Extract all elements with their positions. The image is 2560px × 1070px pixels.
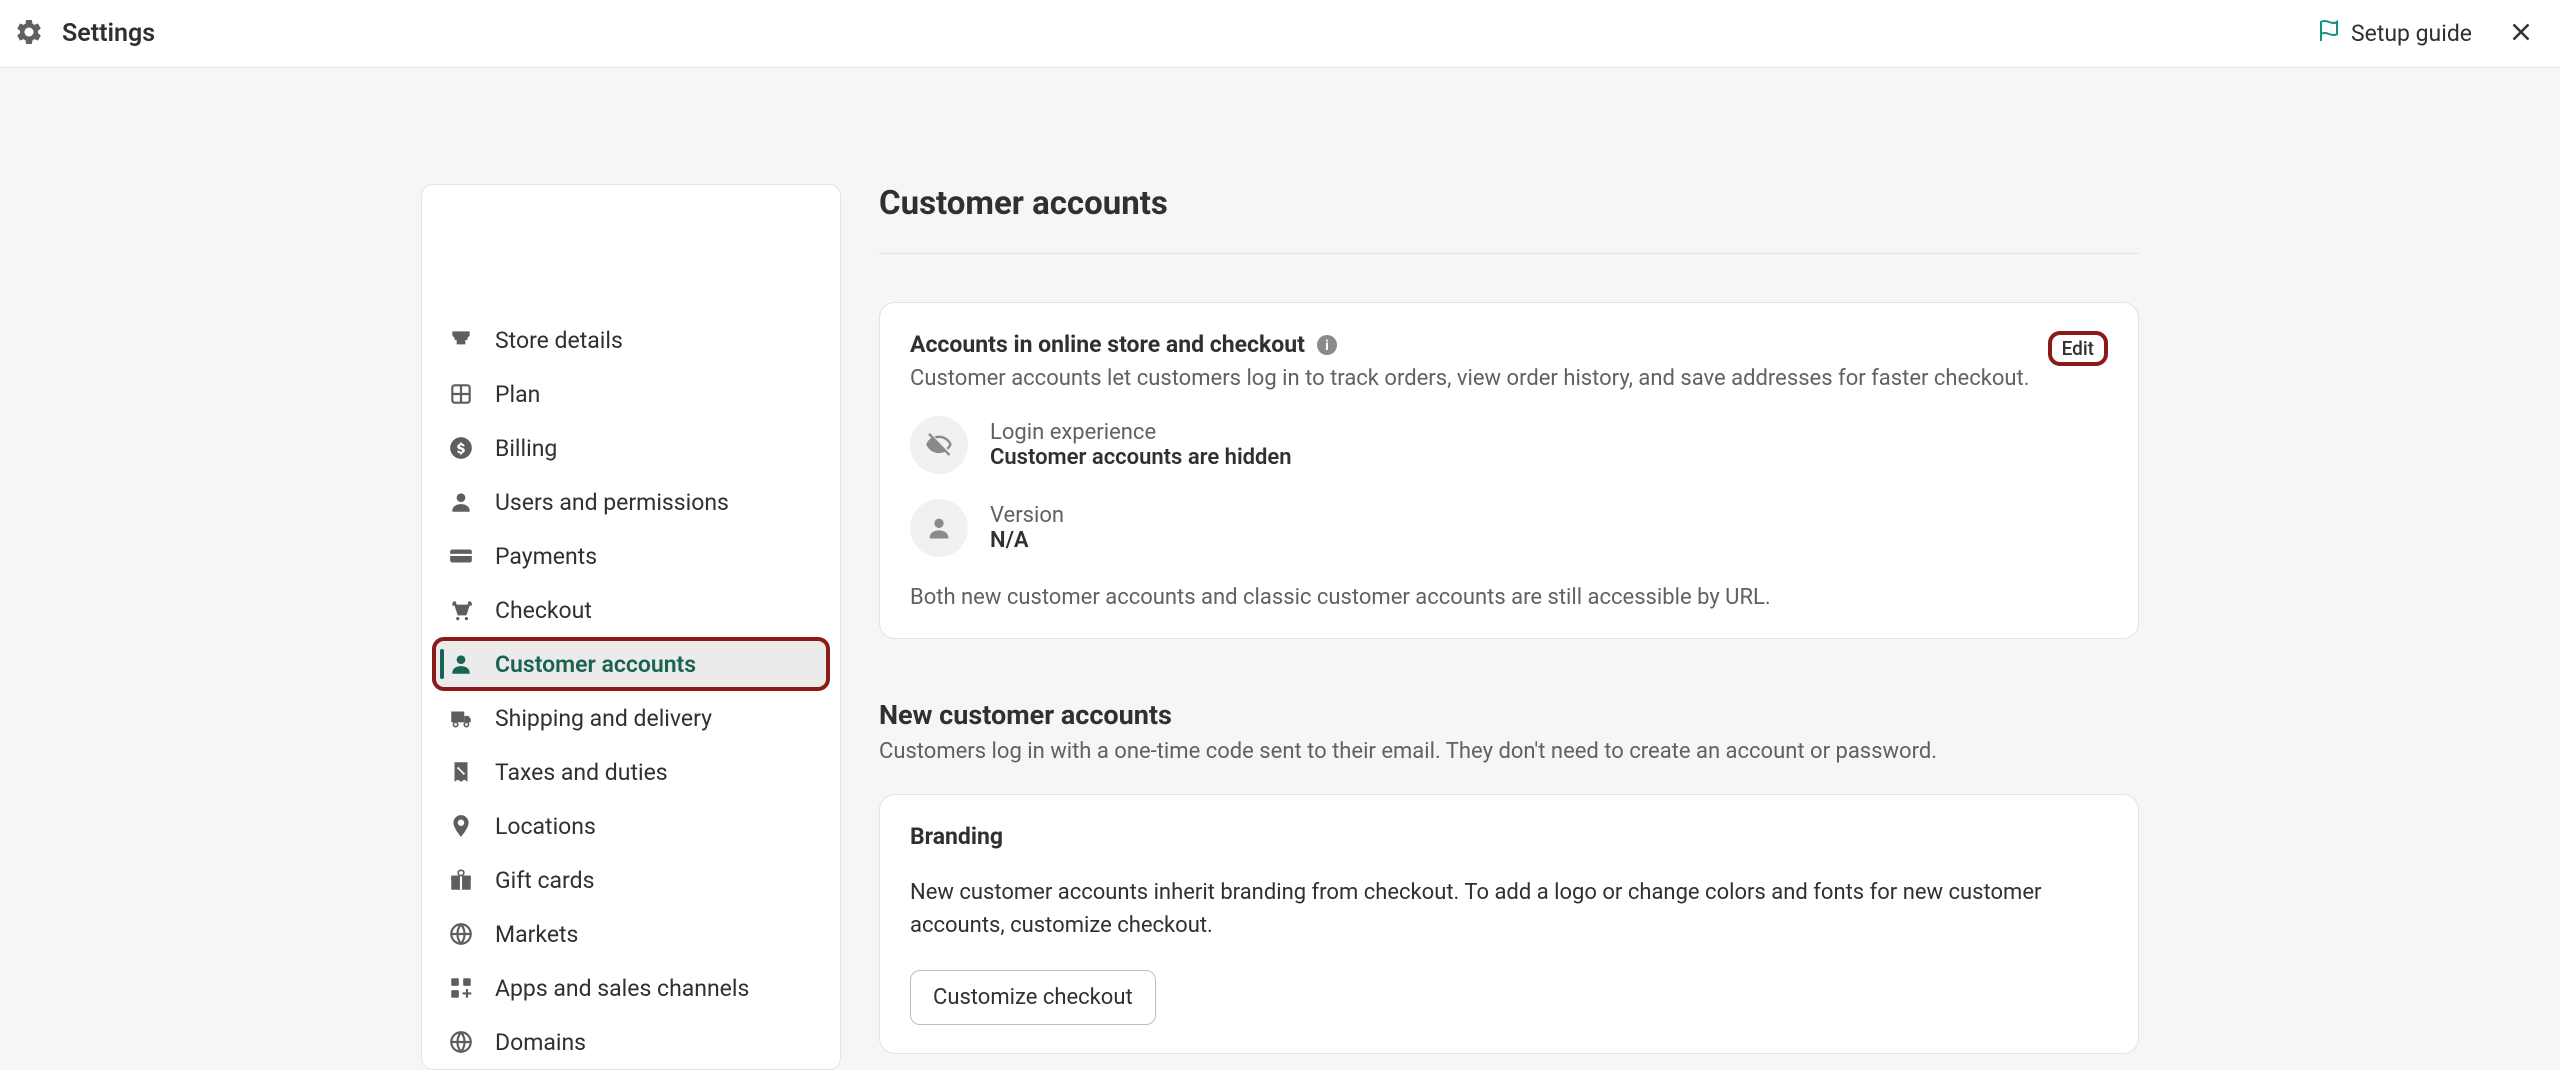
sidebar-item-label: Taxes and duties — [495, 759, 668, 786]
domains-icon — [447, 1028, 475, 1056]
sidebar-item-shipping[interactable]: Shipping and delivery — [432, 691, 830, 745]
customer-icon — [447, 650, 475, 678]
version-value: N/A — [990, 528, 1064, 553]
locations-icon — [447, 812, 475, 840]
login-label: Login experience — [990, 420, 1292, 445]
markets-icon — [447, 920, 475, 948]
sidebar-items: Store details Plan Billing Users and per… — [422, 313, 840, 1069]
accounts-card-title: Accounts in online store and checkout — [910, 331, 1305, 358]
branding-card: Branding New customer accounts inherit b… — [879, 794, 2139, 1054]
sidebar-item-customer-accounts[interactable]: Customer accounts — [432, 637, 830, 691]
sidebar-item-apps[interactable]: Apps and sales channels — [432, 961, 830, 1015]
setup-guide-label: Setup guide — [2351, 20, 2472, 47]
plan-icon — [447, 380, 475, 408]
sidebar-item-locations[interactable]: Locations — [432, 799, 830, 853]
accounts-card-title-row: Accounts in online store and checkout i — [910, 331, 2030, 358]
settings-header: Settings Setup guide — [0, 0, 2560, 68]
sidebar-item-label: Shipping and delivery — [495, 705, 712, 732]
header-title: Settings — [62, 19, 155, 48]
new-accounts-subtitle: Customers log in with a one-time code se… — [879, 739, 2139, 764]
sidebar-item-label: Apps and sales channels — [495, 975, 749, 1002]
setup-guide-link[interactable]: Setup guide — [2317, 19, 2472, 49]
sidebar-item-label: Payments — [495, 543, 597, 570]
sidebar-item-label: Markets — [495, 921, 578, 948]
gear-icon — [14, 17, 44, 51]
accounts-card-title-group: Accounts in online store and checkout i … — [910, 331, 2030, 391]
edit-button[interactable]: Edit — [2048, 331, 2108, 366]
sidebar-item-checkout[interactable]: Checkout — [432, 583, 830, 637]
sidebar-item-payments[interactable]: Payments — [432, 529, 830, 583]
version-icon — [910, 499, 968, 557]
taxes-icon — [447, 758, 475, 786]
giftcards-icon — [447, 866, 475, 894]
sidebar-item-giftcards[interactable]: Gift cards — [432, 853, 830, 907]
sidebar-item-label: Checkout — [495, 597, 592, 624]
login-value: Customer accounts are hidden — [990, 445, 1292, 470]
shipping-icon — [447, 704, 475, 732]
payments-icon — [447, 542, 475, 570]
sidebar-item-taxes[interactable]: Taxes and duties — [432, 745, 830, 799]
version-label: Version — [990, 503, 1064, 528]
sidebar-item-label: Store details — [495, 327, 623, 354]
sidebar-item-plan[interactable]: Plan — [432, 367, 830, 421]
header-left: Settings — [14, 17, 155, 51]
close-button[interactable] — [2500, 11, 2542, 57]
sidebar-item-label: Plan — [495, 381, 540, 408]
sidebar-item-domains[interactable]: Domains — [432, 1015, 830, 1069]
billing-icon — [447, 434, 475, 462]
login-experience-row: Login experience Customer accounts are h… — [910, 416, 2108, 474]
flag-icon — [2317, 19, 2341, 49]
new-accounts-section: New customer accounts Customers log in w… — [879, 699, 2139, 1054]
sidebar-item-label: Billing — [495, 435, 557, 462]
content-area: Customer accounts Accounts in online sto… — [879, 184, 2139, 1070]
store-icon — [447, 326, 475, 354]
branding-title: Branding — [910, 823, 2108, 850]
sidebar-item-label: Domains — [495, 1029, 586, 1056]
main-content: Store details Plan Billing Users and per… — [0, 68, 2560, 1070]
accounts-card: Accounts in online store and checkout i … — [879, 302, 2139, 639]
sidebar-item-markets[interactable]: Markets — [432, 907, 830, 961]
sidebar-item-label: Users and permissions — [495, 489, 729, 516]
info-icon[interactable]: i — [1315, 333, 1339, 357]
svg-text:i: i — [1325, 338, 1329, 354]
apps-icon — [447, 974, 475, 1002]
accounts-card-header: Accounts in online store and checkout i … — [910, 331, 2108, 391]
settings-sidebar: Store details Plan Billing Users and per… — [421, 184, 841, 1070]
sidebar-item-billing[interactable]: Billing — [432, 421, 830, 475]
hidden-icon — [910, 416, 968, 474]
sidebar-item-label: Customer accounts — [495, 651, 696, 678]
accounts-footer-note: Both new customer accounts and classic c… — [910, 585, 2108, 610]
customize-checkout-button[interactable]: Customize checkout — [910, 970, 1156, 1025]
version-row: Version N/A — [910, 499, 2108, 557]
sidebar-item-label: Locations — [495, 813, 596, 840]
login-experience-text: Login experience Customer accounts are h… — [990, 420, 1292, 470]
accounts-card-subtitle: Customer accounts let customers log in t… — [910, 366, 2030, 391]
branding-text: New customer accounts inherit branding f… — [910, 876, 2108, 942]
new-accounts-title: New customer accounts — [879, 699, 2139, 731]
page-title: Customer accounts — [879, 184, 2139, 254]
version-text: Version N/A — [990, 503, 1064, 553]
sidebar-item-store-details[interactable]: Store details — [432, 313, 830, 367]
sidebar-item-users[interactable]: Users and permissions — [432, 475, 830, 529]
checkout-icon — [447, 596, 475, 624]
header-right: Setup guide — [2317, 11, 2542, 57]
sidebar-item-label: Gift cards — [495, 867, 594, 894]
users-icon — [447, 488, 475, 516]
